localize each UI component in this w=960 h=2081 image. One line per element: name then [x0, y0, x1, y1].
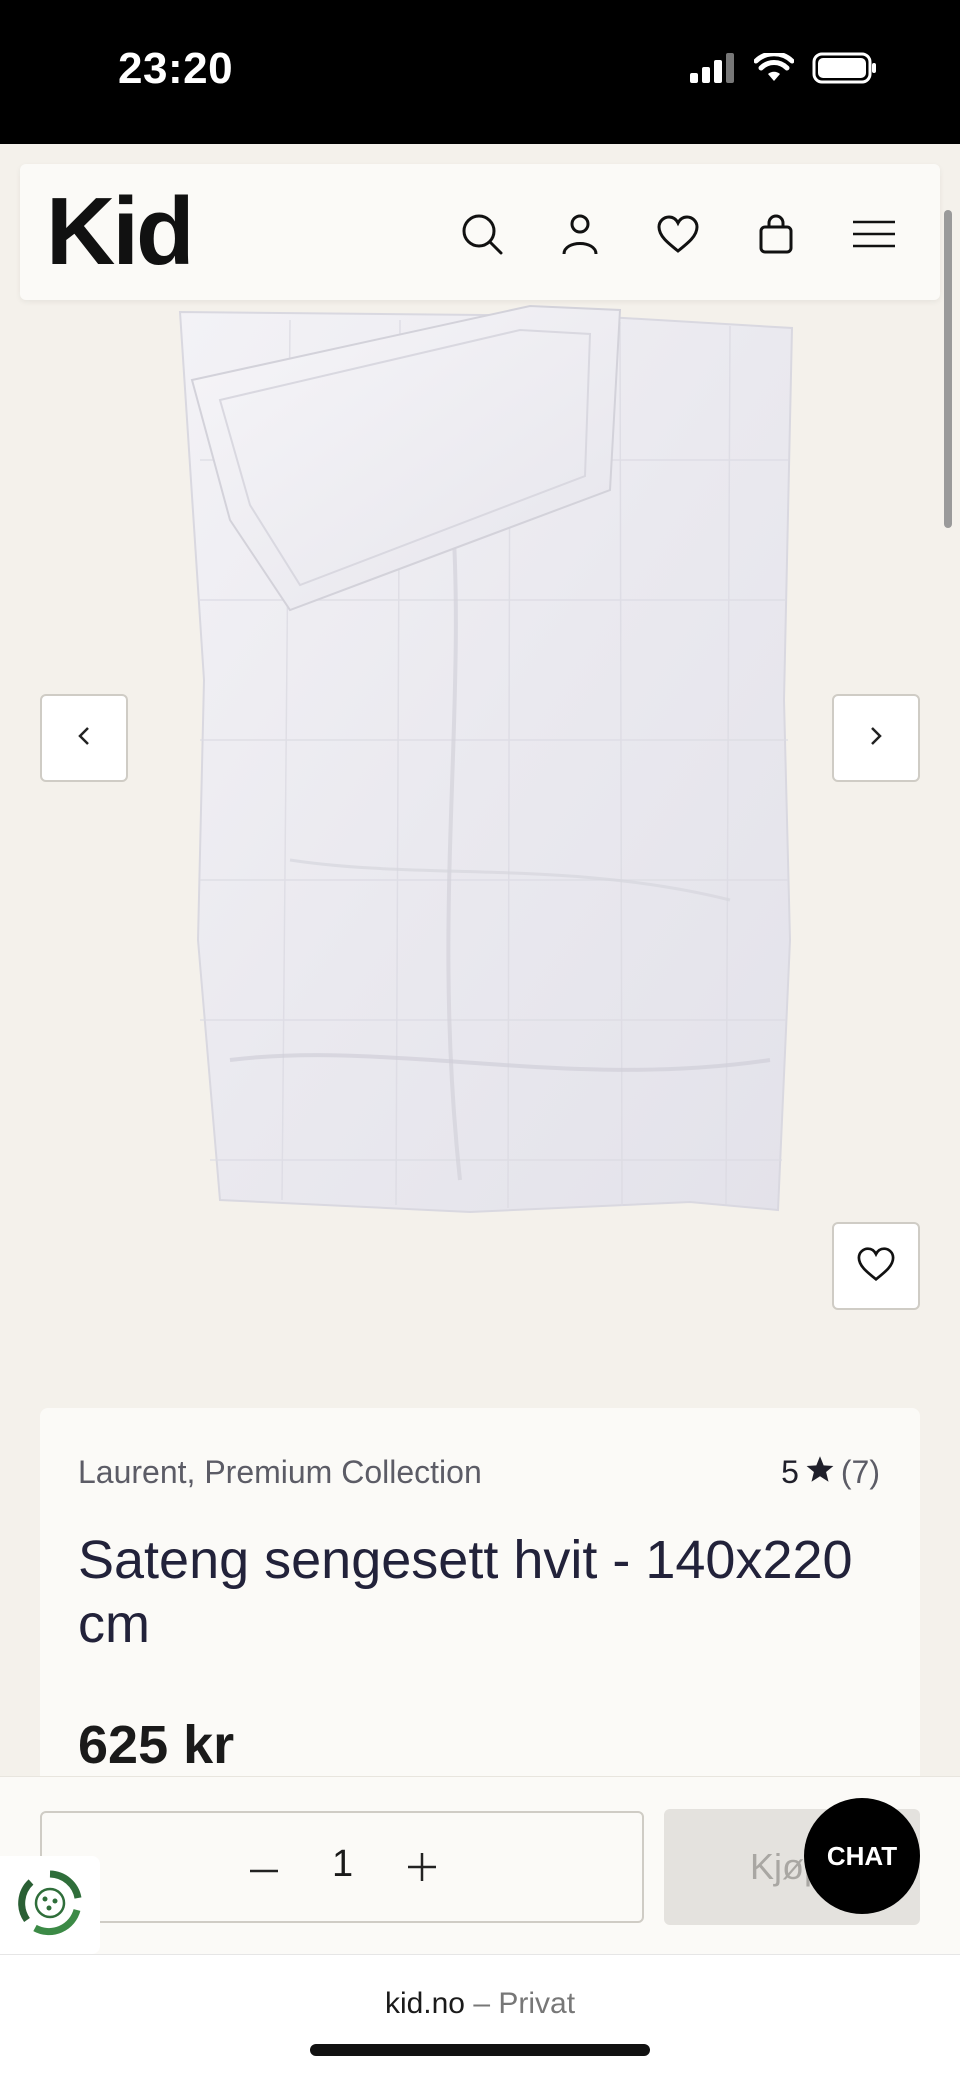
- product-rating[interactable]: 5 (7): [781, 1454, 880, 1491]
- wifi-icon: [753, 51, 795, 88]
- star-icon: [805, 1454, 835, 1491]
- eco-badge[interactable]: [0, 1856, 100, 1954]
- product-info-card: Laurent, Premium Collection 5 (7) Sateng…: [40, 1408, 920, 1808]
- signal-icon: [690, 53, 736, 88]
- chat-button-label: CHAT: [826, 1840, 898, 1871]
- home-indicator[interactable]: [310, 2044, 650, 2056]
- status-bar: 23:20: [0, 0, 960, 144]
- kid-logo[interactable]: Kid: [46, 184, 195, 280]
- product-price: 625 kr: [78, 1715, 235, 1775]
- quantity-stepper: 1: [40, 1811, 644, 1923]
- product-image: [170, 300, 810, 1230]
- product-title: Sateng sengesett hvit - 140x220 cm: [78, 1530, 853, 1654]
- site-header: Kid: [20, 164, 940, 300]
- url-separator: –: [465, 1987, 499, 2020]
- status-icons: [690, 51, 878, 89]
- product-brand[interactable]: Laurent, Premium Collection: [78, 1454, 482, 1491]
- gallery-prev-button[interactable]: [40, 694, 128, 782]
- chevron-left-icon: [76, 725, 92, 752]
- browser-url-bar[interactable]: kid.no – Privat: [0, 1954, 960, 2081]
- quantity-increase-button[interactable]: [394, 1841, 450, 1897]
- quantity-value[interactable]: 1: [332, 1843, 353, 1886]
- plus-icon: [408, 1852, 436, 1886]
- chat-button[interactable]: CHAT: [804, 1798, 920, 1914]
- bag-icon[interactable]: [748, 206, 804, 262]
- rating-value: 5: [781, 1454, 799, 1490]
- heart-icon[interactable]: [650, 206, 706, 262]
- minus-icon: [250, 1860, 278, 1878]
- browsing-mode: Privat: [498, 1987, 576, 2020]
- rating-count: (7): [840, 1454, 880, 1490]
- quantity-decrease-button[interactable]: [236, 1841, 292, 1897]
- status-time: 23:20: [118, 44, 234, 93]
- recycle-icon: [15, 1868, 85, 1943]
- gallery-next-button[interactable]: [832, 694, 920, 782]
- menu-icon[interactable]: [846, 206, 902, 262]
- battery-icon: [812, 52, 878, 89]
- chevron-right-icon: [868, 725, 884, 752]
- account-icon[interactable]: [552, 206, 608, 262]
- favorite-button[interactable]: [832, 1222, 920, 1310]
- search-icon[interactable]: [454, 206, 510, 262]
- product-gallery: [0, 300, 960, 1360]
- heart-icon: [856, 1246, 896, 1287]
- url-text: kid.no – Privat: [0, 1987, 960, 2021]
- url-domain: kid.no: [384, 1987, 465, 2020]
